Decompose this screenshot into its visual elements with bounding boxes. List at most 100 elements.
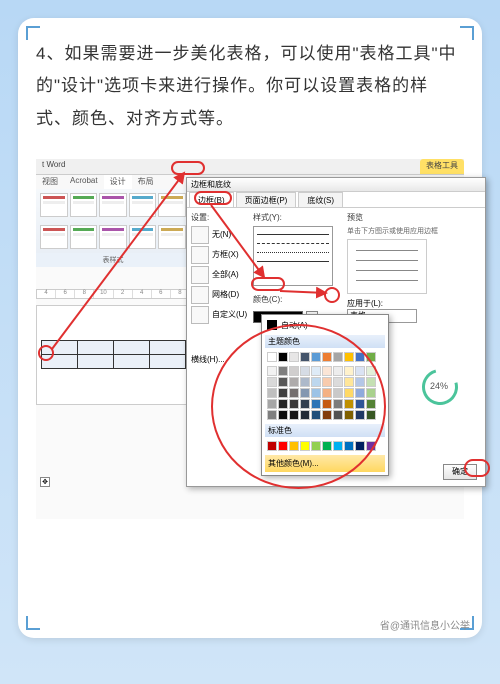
color-swatch[interactable] <box>278 441 288 451</box>
color-swatch[interactable] <box>278 366 288 376</box>
style-thumb[interactable] <box>158 225 186 249</box>
color-swatch[interactable] <box>344 352 354 362</box>
dlg-tab-shading[interactable]: 底纹(S) <box>298 192 343 207</box>
color-swatch[interactable] <box>322 399 332 409</box>
color-swatch[interactable] <box>278 399 288 409</box>
color-swatch[interactable] <box>311 399 321 409</box>
color-swatch[interactable] <box>311 410 321 420</box>
color-swatch[interactable] <box>267 410 277 420</box>
style-thumb[interactable] <box>129 225 157 249</box>
ok-button[interactable]: 确定 <box>443 464 477 480</box>
color-swatch[interactable] <box>300 399 310 409</box>
style-thumb[interactable] <box>99 193 127 217</box>
color-swatch[interactable] <box>311 388 321 398</box>
color-swatch[interactable] <box>355 441 365 451</box>
color-swatch[interactable] <box>300 366 310 376</box>
color-swatch[interactable] <box>322 377 332 387</box>
color-swatch[interactable] <box>333 441 343 451</box>
color-swatch[interactable] <box>289 388 299 398</box>
color-swatch[interactable] <box>355 352 365 362</box>
table-move-handle[interactable]: ✥ <box>40 477 50 487</box>
dlg-tab-border[interactable]: 边框(B) <box>189 192 234 207</box>
color-swatch[interactable] <box>289 377 299 387</box>
color-swatch[interactable] <box>300 388 310 398</box>
color-swatch[interactable] <box>267 366 277 376</box>
color-swatch[interactable] <box>366 377 376 387</box>
color-swatch[interactable] <box>289 366 299 376</box>
more-colors[interactable]: 其他颜色(M)... <box>265 455 385 472</box>
sample-table[interactable] <box>41 340 186 369</box>
ruler[interactable]: 468 1024 68 <box>36 289 191 299</box>
tab-design[interactable]: 设计 <box>104 175 132 189</box>
color-swatch[interactable] <box>366 399 376 409</box>
color-swatch[interactable] <box>267 399 277 409</box>
preset-box[interactable]: 方框(X) <box>191 246 249 264</box>
table-styles-gallery[interactable] <box>36 189 190 221</box>
color-swatch[interactable] <box>311 377 321 387</box>
preview-box[interactable] <box>347 239 427 294</box>
style-thumb[interactable] <box>99 225 127 249</box>
color-swatch[interactable] <box>333 377 343 387</box>
color-swatch[interactable] <box>344 388 354 398</box>
color-swatch[interactable] <box>366 410 376 420</box>
preset-grid[interactable]: 网格(D) <box>191 286 249 304</box>
color-swatch[interactable] <box>333 352 343 362</box>
color-swatch[interactable] <box>344 366 354 376</box>
color-swatch[interactable] <box>300 410 310 420</box>
style-thumb[interactable] <box>129 193 157 217</box>
color-swatch[interactable] <box>355 410 365 420</box>
auto-color[interactable]: 自动(A) <box>265 318 385 333</box>
color-swatch[interactable] <box>344 441 354 451</box>
color-swatch[interactable] <box>344 399 354 409</box>
color-swatch[interactable] <box>267 377 277 387</box>
table-tools-tab[interactable]: 表格工具 <box>420 159 464 174</box>
color-swatch[interactable] <box>355 399 365 409</box>
color-swatch[interactable] <box>355 377 365 387</box>
style-thumb[interactable] <box>70 193 98 217</box>
color-swatch[interactable] <box>322 366 332 376</box>
preset-all[interactable]: 全部(A) <box>191 266 249 284</box>
color-swatch[interactable] <box>333 388 343 398</box>
color-swatch[interactable] <box>322 441 332 451</box>
color-swatch[interactable] <box>267 352 277 362</box>
color-swatch[interactable] <box>267 388 277 398</box>
color-swatch[interactable] <box>289 352 299 362</box>
color-swatch[interactable] <box>300 441 310 451</box>
color-swatch[interactable] <box>366 388 376 398</box>
tab-layout[interactable]: 布局 <box>132 175 160 189</box>
doc-page[interactable] <box>36 305 191 405</box>
color-swatch[interactable] <box>289 441 299 451</box>
color-swatch[interactable] <box>344 377 354 387</box>
color-swatch[interactable] <box>278 388 288 398</box>
color-swatch[interactable] <box>300 377 310 387</box>
style-listbox[interactable] <box>253 226 333 286</box>
color-swatch[interactable] <box>311 441 321 451</box>
color-swatch[interactable] <box>289 410 299 420</box>
dlg-tab-page[interactable]: 页面边框(P) <box>236 192 297 207</box>
style-thumb[interactable] <box>40 193 68 217</box>
style-thumb[interactable] <box>158 193 186 217</box>
color-swatch[interactable] <box>322 388 332 398</box>
style-thumb[interactable] <box>70 225 98 249</box>
color-swatch[interactable] <box>267 441 277 451</box>
color-swatch[interactable] <box>355 388 365 398</box>
color-swatch[interactable] <box>333 399 343 409</box>
color-swatch[interactable] <box>344 410 354 420</box>
tab-acrobat[interactable]: Acrobat <box>64 175 104 189</box>
color-swatch[interactable] <box>355 366 365 376</box>
horiz-line-link[interactable]: 横线(H)... <box>191 354 249 365</box>
color-swatch[interactable] <box>322 410 332 420</box>
color-swatch[interactable] <box>333 410 343 420</box>
preset-none[interactable]: 无(N) <box>191 226 249 244</box>
color-swatch[interactable] <box>278 410 288 420</box>
color-swatch[interactable] <box>311 352 321 362</box>
color-swatch[interactable] <box>322 352 332 362</box>
color-swatch[interactable] <box>278 352 288 362</box>
color-swatch[interactable] <box>311 366 321 376</box>
color-swatch[interactable] <box>333 366 343 376</box>
color-swatch[interactable] <box>300 352 310 362</box>
color-swatch[interactable] <box>278 377 288 387</box>
color-swatch[interactable] <box>366 441 376 451</box>
preset-custom[interactable]: 自定义(U) <box>191 306 249 324</box>
color-swatch[interactable] <box>366 352 376 362</box>
